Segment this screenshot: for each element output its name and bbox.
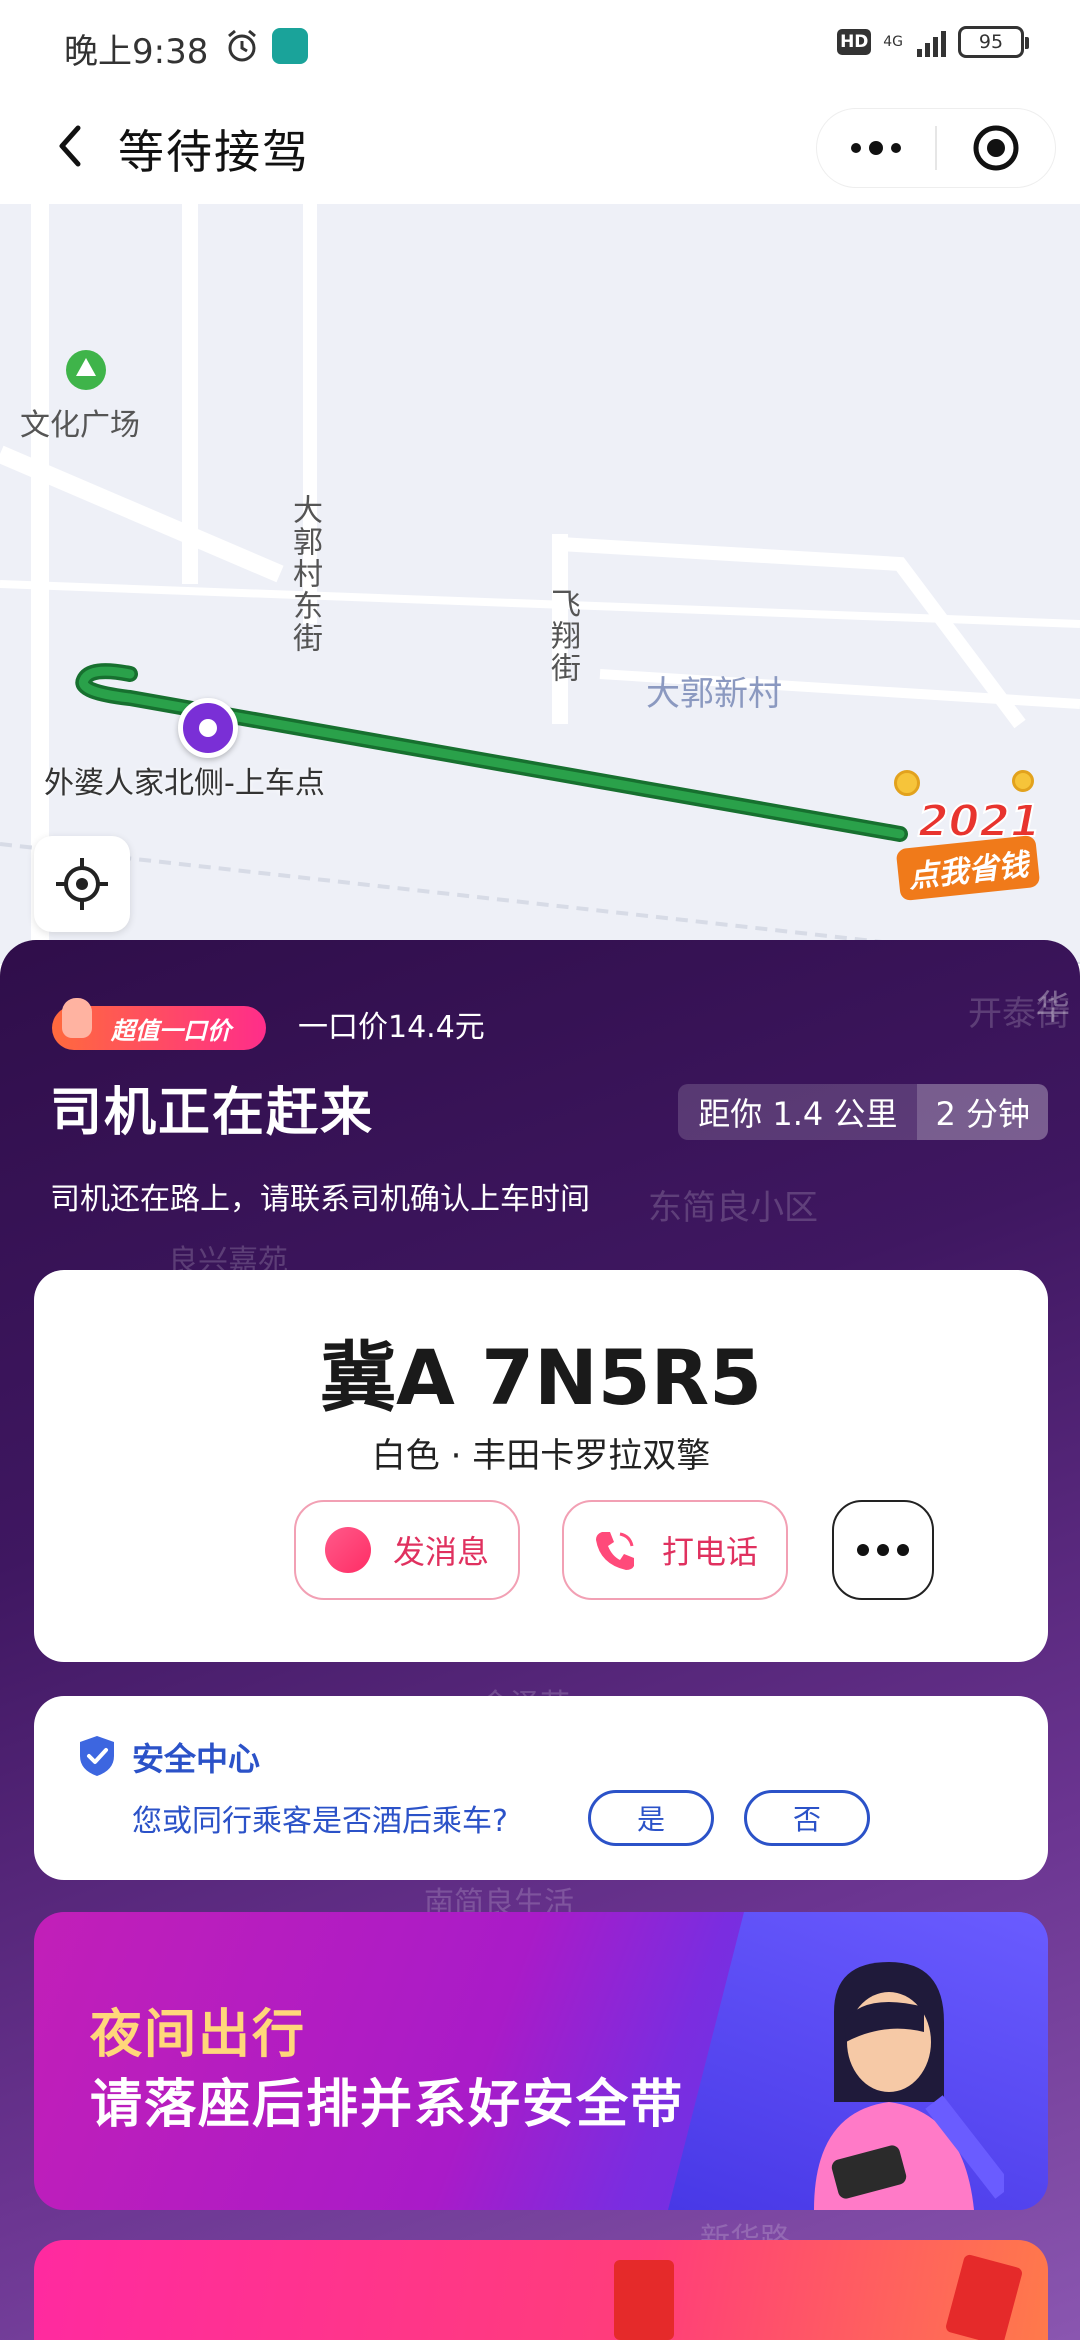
yes-button[interactable]: 是	[588, 1790, 714, 1846]
trip-status-subtitle: 司机还在路上，请联系司机确认上车时间	[50, 1182, 590, 1217]
miniapp-capsule	[816, 108, 1056, 188]
red-envelope-icon	[944, 2253, 1024, 2340]
more-dots-icon	[857, 1544, 909, 1556]
map-label-street: 飞翔街	[545, 588, 580, 684]
signal-icon	[917, 27, 946, 57]
message-icon	[324, 1527, 371, 1573]
coin-icon	[894, 770, 920, 796]
status-bar: 晚上9:38 HD 4G 95	[0, 0, 1080, 92]
banner-title: 夜间出行	[90, 2005, 307, 2065]
promo-badge[interactable]: 2021 点我省钱	[880, 760, 1060, 910]
chevron-left-icon	[59, 125, 81, 167]
map-view[interactable]: 文化广场 大郭村东街 飞翔街 大郭新村 外婆人家北侧-上车点 2021 点我省钱	[0, 204, 1080, 964]
map-label-street: 大郭村东街	[287, 494, 322, 654]
driver-car-card: 冀A 7N5R5 白色 · 丰田卡罗拉双擎 发消息 打电话	[34, 1270, 1048, 1662]
call-driver-button[interactable]: 打电话	[562, 1500, 788, 1600]
hand-icon	[62, 998, 92, 1038]
status-indicators: HD 4G 95	[837, 26, 1029, 58]
locate-crosshair-icon	[56, 858, 108, 910]
promo-banner[interactable]	[34, 2240, 1048, 2340]
alarm-clock-icon	[228, 29, 256, 62]
map-label-edge: 华	[1036, 988, 1070, 1028]
ghost-map-label: 东简良小区	[648, 1188, 818, 1228]
eta-distance: 距你 1.4 公里	[698, 1095, 898, 1133]
drunk-question: 您或同行乘客是否酒后乘车?	[132, 1804, 508, 1839]
fixed-price: 一口价14.4元	[298, 1010, 485, 1045]
more-button[interactable]	[817, 109, 935, 187]
more-actions-button[interactable]	[832, 1500, 934, 1600]
eta-time: 2 分钟	[917, 1084, 1048, 1140]
send-message-label: 发消息	[392, 1533, 489, 1571]
hd-icon: HD	[837, 29, 872, 55]
park-icon	[66, 350, 106, 390]
back-button[interactable]	[40, 114, 104, 178]
app-notification-icon	[272, 28, 308, 64]
no-button[interactable]: 否	[744, 1790, 870, 1846]
night-safety-banner[interactable]: 夜间出行 请落座后排并系好安全带	[34, 1912, 1048, 2210]
status-time: 晚上9:38	[64, 32, 209, 72]
safety-center-card: 安全中心 您或同行乘客是否酒后乘车? 是 否	[34, 1696, 1048, 1880]
close-miniapp-button[interactable]	[937, 109, 1055, 187]
coin-icon	[1012, 770, 1034, 792]
safety-center-title: 安全中心	[132, 1740, 261, 1778]
locate-button[interactable]	[34, 836, 130, 932]
send-message-button[interactable]: 发消息	[294, 1500, 520, 1600]
value-price-tag-label: 超值一口价	[111, 1016, 231, 1045]
pickup-pin-icon[interactable]	[178, 698, 238, 758]
value-price-tag: 超值一口价	[52, 998, 266, 1050]
page-title: 等待接驾	[118, 125, 310, 179]
car-description: 白色 · 丰田卡罗拉双擎	[371, 1436, 711, 1476]
shield-icon	[80, 1736, 114, 1776]
trip-status-title: 司机正在赶来	[50, 1083, 375, 1143]
call-driver-label: 打电话	[661, 1533, 758, 1571]
passenger-illustration-icon	[814, 1962, 1004, 2210]
banner-subtitle: 请落座后排并系好安全带	[90, 2075, 685, 2135]
phone-icon	[595, 1532, 634, 1570]
target-close-icon	[973, 125, 1019, 171]
map-label-park: 文化广场	[20, 408, 140, 443]
eta-badge: 距你 1.4 公里 2 分钟	[678, 1084, 1048, 1140]
red-envelope-icon	[614, 2260, 674, 2340]
trip-status-sheet: 开泰街 华 东简良小区 良兴嘉苑 金泽苑 南简良生活 新华路 超值一口价 一口价…	[0, 940, 1080, 2340]
more-dots-icon	[851, 141, 901, 155]
battery-icon: 95	[958, 26, 1029, 58]
license-plate: 冀A 7N5R5	[319, 1333, 763, 1422]
app-header: 等待接驾	[0, 92, 1080, 204]
map-label-village: 大郭新村	[646, 674, 782, 714]
network-type: 4G	[883, 34, 903, 50]
pickup-label: 外婆人家北侧-上车点	[44, 766, 325, 801]
